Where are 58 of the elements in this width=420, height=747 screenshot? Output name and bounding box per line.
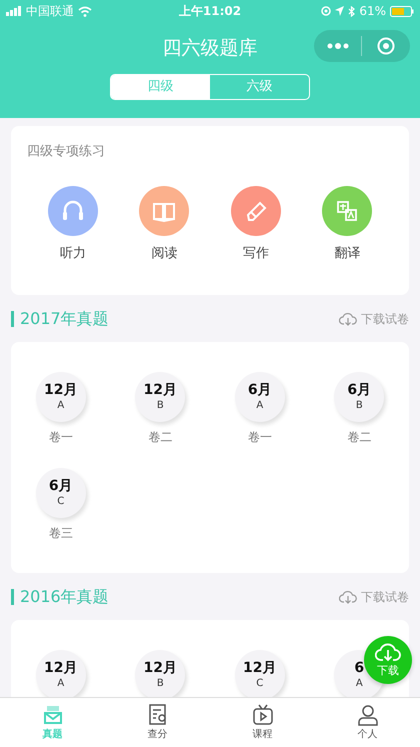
paper-set: B	[156, 676, 164, 690]
cloud-download-icon	[375, 640, 401, 663]
paper-month: 12月	[44, 660, 78, 676]
paper-month: 6月	[48, 478, 73, 494]
paper-label: 卷一	[248, 429, 272, 446]
item-label: 听力	[60, 244, 86, 262]
paper-set: C	[256, 676, 264, 690]
card-title: 四级专项练习	[27, 143, 106, 161]
carrier-name: 中国联通	[26, 3, 74, 20]
more-icon	[326, 43, 348, 49]
paper-button[interactable]: 12月 C	[234, 650, 285, 697]
page-title: 四六级题库	[162, 36, 258, 61]
paper-month: 12月	[144, 660, 177, 676]
bluetooth-icon	[348, 6, 356, 16]
paper-month: 12月	[243, 660, 276, 676]
tv-icon	[250, 703, 274, 727]
item-label: 翻译	[334, 244, 360, 262]
paper-button[interactable]: 6月 B	[334, 372, 384, 422]
paper-label: 卷一	[48, 429, 73, 446]
paper-button[interactable]: 12月 A	[36, 650, 86, 697]
section-title: 2017年真题	[11, 310, 109, 326]
paper-month: 12月	[144, 382, 177, 398]
signal-icon	[6, 6, 22, 16]
paper-set: A	[356, 676, 363, 690]
paper-month: 6	[354, 660, 364, 676]
practice-item[interactable]: 翻译	[312, 186, 382, 263]
practice-item[interactable]: 阅读	[129, 186, 200, 263]
item-label: 阅读	[151, 244, 178, 262]
paper-month: 12月	[44, 382, 78, 398]
paper-label: 卷二	[148, 429, 172, 446]
paper-button[interactable]: 6月 C	[36, 468, 86, 518]
wifi-icon	[78, 6, 92, 16]
practice-item[interactable]: 听力	[38, 186, 108, 263]
paper-set: A	[256, 398, 264, 412]
paper-month: 6月	[347, 382, 372, 398]
item-label: 写作	[242, 244, 269, 262]
paper-set: B	[156, 398, 164, 412]
paper-set: A	[57, 398, 64, 412]
practice-item[interactable]: 写作	[220, 186, 291, 263]
paper-button[interactable]: 12月 B	[135, 372, 186, 422]
paper-month: 6月	[248, 382, 272, 398]
paper-set: C	[57, 494, 64, 508]
battery-icon	[390, 6, 414, 16]
section-title: 2016年真题	[11, 588, 109, 604]
cloud-download-icon	[339, 312, 357, 326]
paper-button[interactable]: 6月 A	[234, 372, 285, 422]
battery-percent: 61%	[359, 3, 386, 20]
status-time: 上午11:02	[178, 3, 242, 20]
paper-set: B	[356, 398, 363, 412]
location-icon	[335, 6, 344, 16]
paper-button[interactable]: 12月 B	[135, 650, 186, 697]
target-icon	[376, 37, 394, 55]
paper-button[interactable]: 12月 A	[36, 372, 86, 422]
paper-set: A	[57, 676, 64, 690]
cloud-download-icon	[339, 590, 357, 604]
paper-label: 卷三	[48, 525, 73, 542]
person-icon	[356, 703, 380, 727]
paper-label: 卷二	[347, 429, 372, 446]
